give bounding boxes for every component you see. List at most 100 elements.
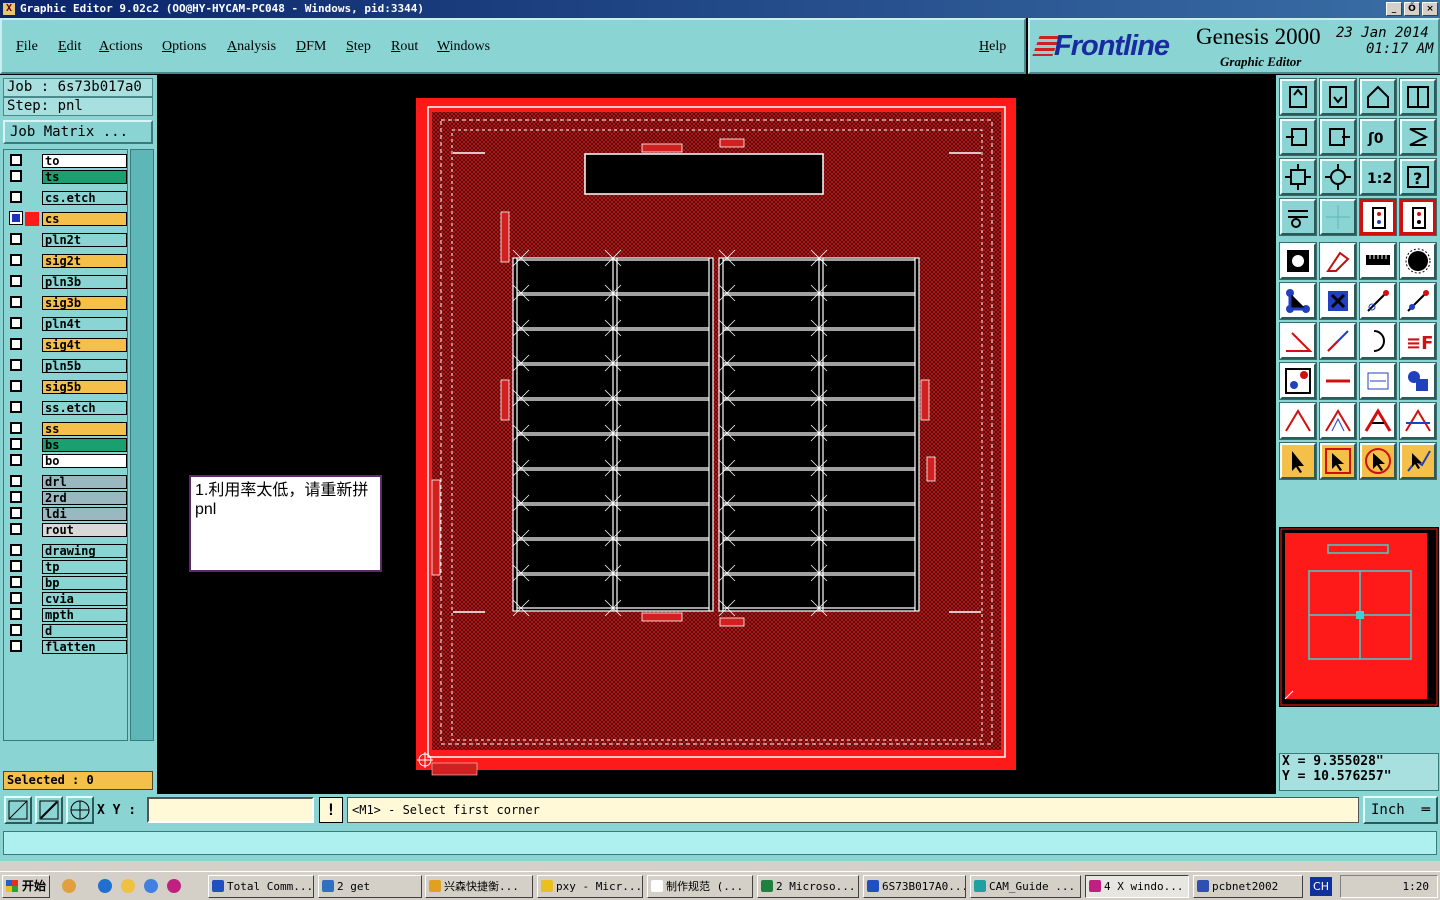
- arc-button[interactable]: [1359, 322, 1397, 360]
- line-select-button[interactable]: [1319, 362, 1357, 400]
- layer-name[interactable]: ldi: [42, 507, 127, 521]
- triangle-fill-button[interactable]: [1359, 402, 1397, 440]
- layer-row-pln4t[interactable]: pln4t: [7, 317, 127, 331]
- layer-row-sig4t[interactable]: sig4t: [7, 338, 127, 352]
- center-button[interactable]: [1319, 158, 1357, 196]
- mirror-button[interactable]: [1399, 118, 1437, 156]
- layer-checkbox[interactable]: [10, 170, 22, 182]
- job-matrix-button[interactable]: Job Matrix ...: [3, 120, 153, 144]
- pad-select-button[interactable]: [1279, 362, 1317, 400]
- quicklaunch-icon-1[interactable]: [62, 879, 76, 893]
- layer-checkbox[interactable]: [10, 491, 22, 503]
- layer-row-2rd[interactable]: 2rd: [7, 491, 127, 505]
- layer-checkbox[interactable]: [10, 640, 22, 652]
- layer-row-bp[interactable]: bp: [7, 576, 127, 590]
- layer-row-cs[interactable]: cs: [7, 211, 127, 226]
- layer-row-to[interactable]: to: [7, 154, 127, 168]
- taskbar-task-4[interactable]: 制作规范 (...: [647, 875, 753, 898]
- layer-name[interactable]: ss: [42, 422, 127, 436]
- layer-checkbox[interactable]: [10, 608, 22, 620]
- layer-name[interactable]: tp: [42, 560, 127, 574]
- units-selector[interactable]: Inch ═: [1363, 796, 1438, 824]
- layer-checkbox[interactable]: [10, 624, 22, 636]
- menu-actions[interactable]: Actions: [99, 39, 143, 55]
- layer-checkbox[interactable]: [10, 296, 22, 308]
- cross-button[interactable]: [1319, 282, 1357, 320]
- taskbar-task-6[interactable]: 6S73B017A0...: [863, 875, 966, 898]
- layer-checkbox[interactable]: [10, 191, 22, 203]
- save-button[interactable]: [1319, 78, 1357, 116]
- layer-name[interactable]: bp: [42, 576, 127, 590]
- layer-row-pln3b[interactable]: pln3b: [7, 275, 127, 289]
- shapes-button[interactable]: [1399, 362, 1437, 400]
- layer-name[interactable]: drawing: [42, 544, 127, 558]
- menu-analysis[interactable]: Analysis: [227, 39, 276, 55]
- scale-button[interactable]: 1:2: [1359, 158, 1397, 196]
- triangle-button[interactable]: [1279, 402, 1317, 440]
- layer-checkbox[interactable]: [10, 507, 22, 519]
- close-button[interactable]: ×: [1422, 2, 1438, 16]
- taskbar-task-0[interactable]: Total Comm...: [208, 875, 314, 898]
- menu-file[interactable]: File: [16, 39, 38, 55]
- layer-name[interactable]: pln3b: [42, 275, 127, 289]
- layer-checkbox[interactable]: [10, 576, 22, 588]
- overview-map[interactable]: [1279, 527, 1439, 707]
- layer-row-cvia[interactable]: cvia: [7, 592, 127, 606]
- layer-row-bs[interactable]: bs: [7, 438, 127, 452]
- move-right-button[interactable]: [1319, 118, 1357, 156]
- menu-dfm[interactable]: DFM: [296, 39, 326, 55]
- layer-checkbox[interactable]: [10, 438, 22, 450]
- quicklaunch-icon-5[interactable]: [167, 879, 181, 893]
- snap-alt-button[interactable]: [1399, 198, 1437, 236]
- line-button[interactable]: [1319, 242, 1357, 280]
- layer-checkbox[interactable]: [9, 211, 23, 225]
- select-button[interactable]: [1279, 442, 1317, 480]
- menu-rout[interactable]: Rout: [391, 39, 418, 55]
- layer-checkbox[interactable]: [10, 338, 22, 350]
- layer-checkbox[interactable]: [10, 544, 22, 556]
- layer-checkbox[interactable]: [10, 154, 22, 166]
- minimize-button[interactable]: _: [1386, 2, 1402, 16]
- query-button[interactable]: ?: [1399, 158, 1437, 196]
- layer-row-ts[interactable]: ts: [7, 170, 127, 184]
- home-button[interactable]: [1359, 78, 1397, 116]
- select-polygon-button[interactable]: [1359, 442, 1397, 480]
- layer-checkbox[interactable]: [10, 359, 22, 371]
- select-net-button[interactable]: [1399, 442, 1437, 480]
- taskbar-task-1[interactable]: 2 get: [318, 875, 422, 898]
- layer-checkbox[interactable]: [10, 233, 22, 245]
- xy-input[interactable]: [147, 797, 314, 823]
- taskbar-task-2[interactable]: 兴森快捷衡...: [425, 875, 533, 898]
- menu-edit[interactable]: Edit: [58, 39, 81, 55]
- grid-button[interactable]: [1319, 198, 1357, 236]
- slope-button[interactable]: [1319, 322, 1357, 360]
- layer-name[interactable]: ss.etch: [42, 401, 127, 415]
- panel-drawing[interactable]: [157, 75, 1276, 794]
- circle-button[interactable]: [1399, 242, 1437, 280]
- open-job-button[interactable]: [1279, 78, 1317, 116]
- layer-checkbox[interactable]: [10, 380, 22, 392]
- layer-row-d[interactable]: d: [7, 624, 127, 638]
- text-tool-button[interactable]: ≡F: [1399, 322, 1437, 360]
- layer-name[interactable]: 2rd: [42, 491, 127, 505]
- layer-row-sig5b[interactable]: sig5b: [7, 380, 127, 394]
- layer-checkbox[interactable]: [10, 422, 22, 434]
- start-button[interactable]: 开始: [2, 875, 50, 898]
- command-info-button[interactable]: !: [319, 797, 343, 823]
- layer-row-drawing[interactable]: drawing: [7, 544, 127, 558]
- tools-button[interactable]: [1279, 198, 1317, 236]
- layer-name[interactable]: pln4t: [42, 317, 127, 331]
- layer-checkbox[interactable]: [10, 401, 22, 413]
- layer-row-bo[interactable]: bo: [7, 454, 127, 468]
- layer-name[interactable]: cs: [42, 212, 127, 226]
- layer-name[interactable]: sig4t: [42, 338, 127, 352]
- graphic-canvas[interactable]: 1.利用率太低，请重新拼pnl: [157, 75, 1276, 794]
- layer-name[interactable]: bs: [42, 438, 127, 452]
- quicklaunch-icon-4[interactable]: [144, 879, 158, 893]
- taskbar-task-3[interactable]: pxy - Micr...: [537, 875, 643, 898]
- layer-name[interactable]: d: [42, 624, 127, 638]
- layer-row-tp[interactable]: tp: [7, 560, 127, 574]
- snap-button[interactable]: [1359, 198, 1397, 236]
- layer-name[interactable]: pln2t: [42, 233, 127, 247]
- input-language[interactable]: CH: [1310, 877, 1332, 896]
